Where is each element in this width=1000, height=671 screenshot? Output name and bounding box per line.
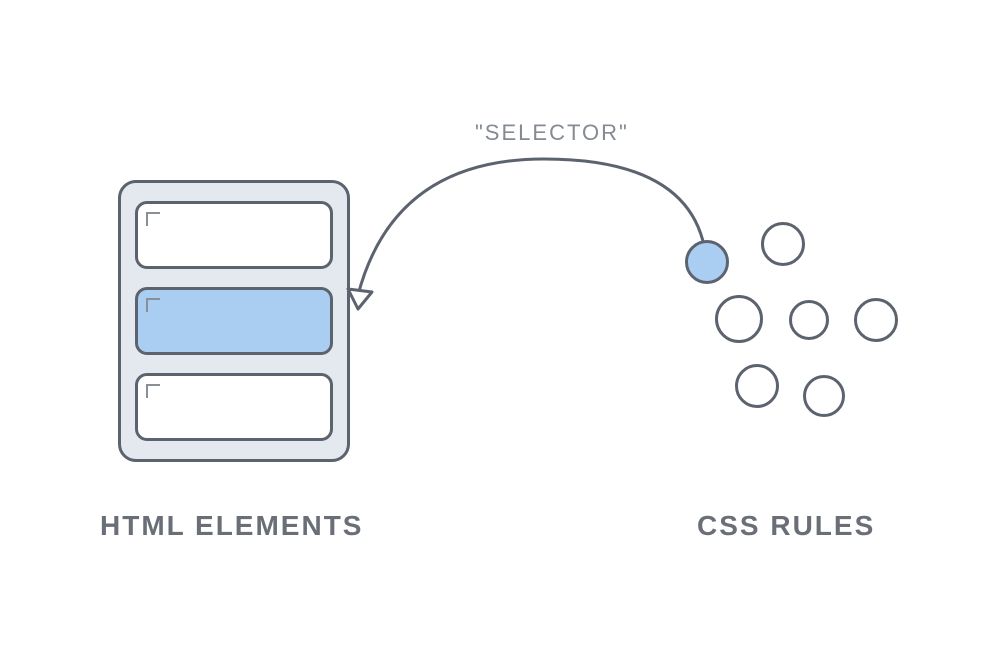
corner-decoration bbox=[146, 298, 160, 312]
css-rule-circle bbox=[803, 375, 845, 417]
css-rule-circle bbox=[854, 298, 898, 342]
selector-label: "SELECTOR" bbox=[475, 120, 629, 146]
css-rule-circle-active bbox=[685, 240, 729, 284]
corner-decoration bbox=[146, 212, 160, 226]
css-rule-circle bbox=[789, 300, 829, 340]
css-rule-circle bbox=[735, 364, 779, 408]
selector-arrow bbox=[344, 149, 744, 329]
css-rules-cluster bbox=[685, 240, 915, 460]
css-rules-label: CSS RULES bbox=[697, 510, 875, 542]
html-element-2-selected bbox=[135, 287, 333, 355]
html-elements-label: HTML ELEMENTS bbox=[100, 510, 363, 542]
css-rule-circle bbox=[761, 222, 805, 266]
html-elements-container bbox=[118, 180, 350, 462]
html-element-3 bbox=[135, 373, 333, 441]
corner-decoration bbox=[146, 384, 160, 398]
css-rule-circle bbox=[715, 295, 763, 343]
html-element-1 bbox=[135, 201, 333, 269]
